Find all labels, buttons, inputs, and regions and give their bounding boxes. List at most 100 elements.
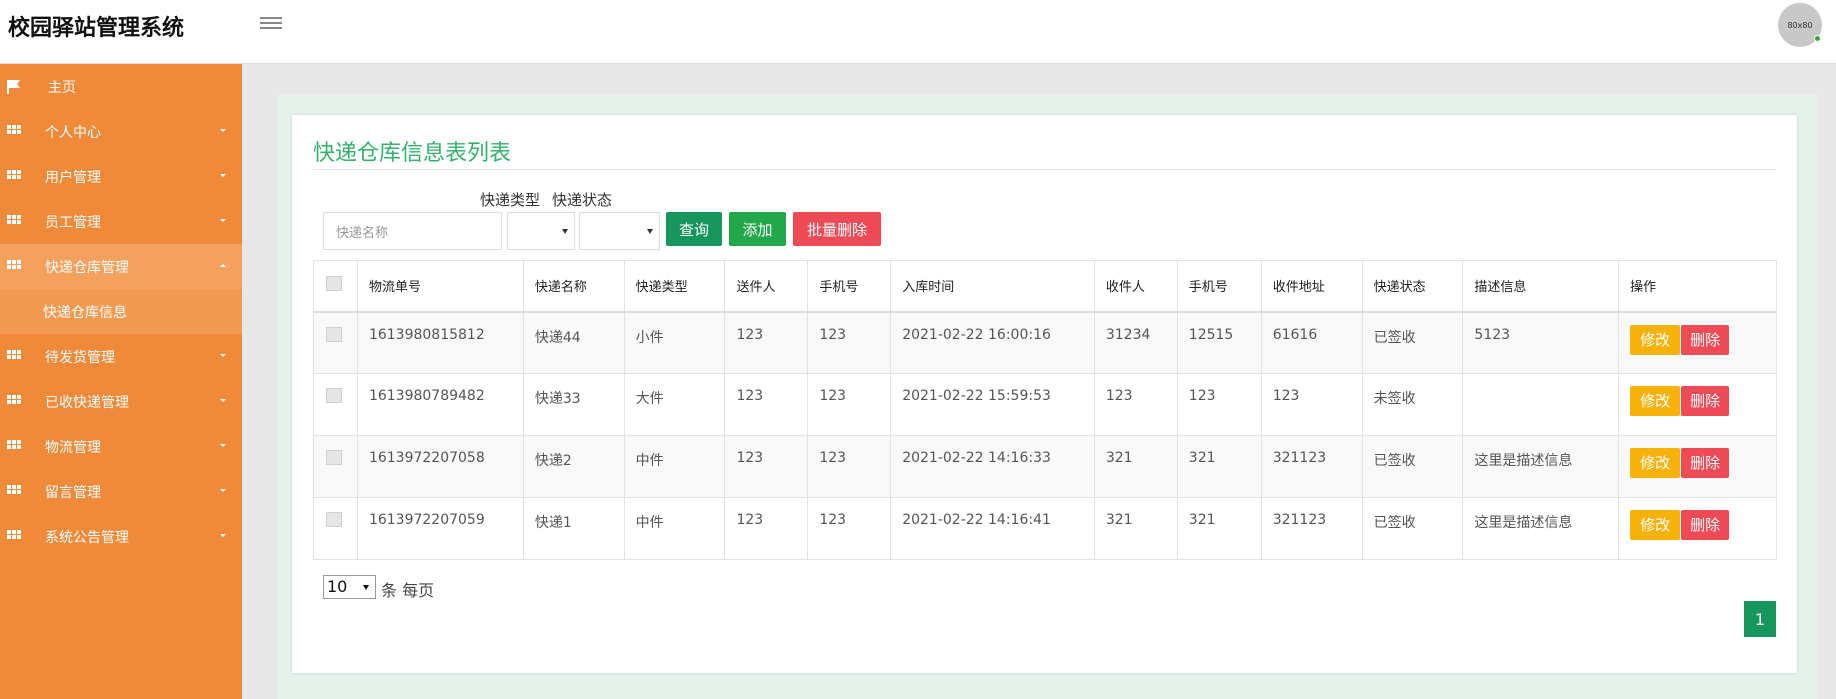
table-row: 1613972207059 快递1 中件 123 123 2021-02-22 14:16…	[313, 497, 1777, 560]
grid-icon	[7, 485, 21, 494]
delete-button[interactable]: 删除	[1681, 324, 1730, 355]
sidebar-item[interactable]: 系统公告管理	[0, 514, 242, 559]
sidebar-item[interactable]: 物流管理	[0, 424, 242, 469]
app-title: 校园驿站管理系统	[8, 16, 185, 41]
row-checkbox[interactable]	[326, 326, 342, 342]
status-select[interactable]	[579, 212, 660, 250]
table-cell: 1613972207058	[356, 435, 524, 498]
title-divider	[313, 169, 1777, 170]
sidebar-subitem[interactable]: 快递仓库信息	[0, 289, 242, 334]
row-checkbox[interactable]	[326, 450, 342, 465]
table-cell: 快递1	[522, 497, 625, 560]
table-cell: 2021-02-22 16:00:16	[890, 311, 1095, 374]
search-placeholder: 快递名称	[336, 225, 389, 241]
sidebar-item-label: 员工管理	[45, 214, 101, 231]
sidebar-item[interactable]: 待发货管理	[0, 334, 242, 379]
delete-button[interactable]: 删除	[1681, 386, 1730, 416]
delete-button[interactable]: 删除	[1681, 448, 1730, 478]
table-cell: 1613972207059	[356, 497, 524, 560]
sidebar-item-label: 个人中心	[45, 124, 101, 141]
table-cell: 321123	[1260, 497, 1363, 560]
online-status-dot	[1814, 35, 1821, 42]
table-cell: 123	[1093, 373, 1178, 436]
edit-button[interactable]: 修改	[1630, 386, 1681, 416]
table-cell: 2021-02-22 14:16:41	[890, 497, 1095, 560]
sidebar-item[interactable]: 已收快递管理	[0, 379, 242, 424]
grid-icon	[7, 215, 21, 224]
sidebar-item[interactable]: 主页	[0, 64, 242, 109]
sidebar: 主页个人中心用户管理员工管理快递仓库管理 快递仓库信息待发货管理已收快递管理 物流管…	[0, 64, 242, 699]
row-select-cell	[313, 497, 358, 560]
table-cell: 快递2	[522, 435, 625, 498]
top-header: 校园驿站管理系统 80x80	[0, 0, 1836, 64]
page-size-select[interactable]: 10	[323, 575, 376, 599]
batch-delete-button[interactable]: 批量删除	[793, 212, 881, 246]
table-cell: 61616	[1260, 311, 1363, 374]
chevron-down-icon	[220, 129, 226, 132]
edit-button[interactable]: 修改	[1630, 324, 1681, 355]
chevron-up-icon	[220, 264, 226, 267]
sidebar-item[interactable]: 留言管理	[0, 469, 242, 514]
table-cell: 321	[1176, 497, 1262, 560]
chevron-down-icon	[647, 229, 653, 234]
table-cell: 123	[807, 435, 892, 498]
sidebar-item[interactable]: 快递仓库管理	[0, 244, 242, 289]
select-all-cell	[313, 260, 358, 312]
table-header-row: 物流单号 快递名称 快递类型 送件人 手机号 入库时间 收件人 手机号 收件地址 快递状态 描述信息…	[313, 260, 1777, 312]
add-button[interactable]: 添加	[729, 212, 786, 246]
grid-icon	[7, 260, 21, 269]
chevron-down-icon	[220, 444, 226, 447]
column-header: 手机号	[807, 260, 892, 312]
query-button[interactable]: 查询	[666, 212, 722, 246]
row-select-cell	[313, 435, 358, 498]
table-cell: 小件	[623, 311, 726, 374]
chevron-down-icon	[220, 399, 226, 402]
table-cell: 5123	[1462, 311, 1620, 374]
table-row: 1613980789482 快递33 大件 123 123 2021-02-22 15:5…	[313, 373, 1777, 436]
chevron-down-icon	[220, 354, 226, 357]
chevron-down-icon	[363, 585, 369, 590]
row-select-cell	[313, 373, 358, 436]
sidebar-item[interactable]: 用户管理	[0, 154, 242, 199]
sidebar-item[interactable]: 个人中心	[0, 109, 242, 154]
table-cell: 1613980789482	[356, 373, 524, 436]
table-cell: 123	[807, 311, 892, 374]
row-checkbox[interactable]	[326, 388, 342, 403]
actions-cell: 修改 删除	[1618, 435, 1777, 498]
sidebar-item-label: 用户管理	[45, 169, 101, 186]
grid-icon	[7, 395, 21, 404]
table-row: 1613980815812 快递44 小件 123 123 2021-02-22 16:0…	[313, 311, 1777, 374]
column-header: 操作	[1618, 260, 1777, 312]
table-cell: 321	[1176, 435, 1262, 498]
page-title: 快递仓库信息表列表	[313, 141, 512, 166]
row-checkbox[interactable]	[326, 512, 342, 527]
type-filter-label: 快递类型	[480, 191, 541, 209]
column-header: 快递名称	[522, 260, 625, 312]
table-cell: 123	[1260, 373, 1363, 436]
table-cell: 321123	[1260, 435, 1363, 498]
sidebar-item-label: 待发货管理	[45, 349, 115, 366]
table-cell: 123	[724, 311, 809, 374]
page-number-button[interactable]: 1	[1744, 601, 1776, 637]
column-header: 入库时间	[890, 260, 1095, 312]
type-select[interactable]	[507, 212, 575, 250]
table-cell: 已签收	[1361, 497, 1464, 560]
table-cell: 123	[724, 497, 809, 560]
page-size-value: 10	[327, 577, 348, 596]
chevron-down-icon	[220, 489, 226, 492]
sidebar-item-label: 系统公告管理	[45, 529, 129, 546]
sidebar-item[interactable]: 员工管理	[0, 199, 242, 244]
delete-button[interactable]: 删除	[1681, 510, 1730, 540]
hamburger-menu-icon[interactable]	[260, 14, 282, 32]
table-cell: 12515	[1176, 311, 1262, 374]
table-cell: 中件	[623, 435, 726, 498]
edit-button[interactable]: 修改	[1630, 448, 1681, 478]
grid-icon	[7, 350, 21, 359]
edit-button[interactable]: 修改	[1630, 510, 1681, 540]
table-cell: 123	[807, 497, 892, 560]
search-input[interactable]: 快递名称	[323, 212, 502, 250]
table-cell: 这里是描述信息	[1462, 497, 1620, 560]
chevron-down-icon	[562, 229, 568, 234]
avatar[interactable]: 80x80	[1778, 3, 1822, 47]
select-all-checkbox[interactable]	[326, 276, 342, 292]
